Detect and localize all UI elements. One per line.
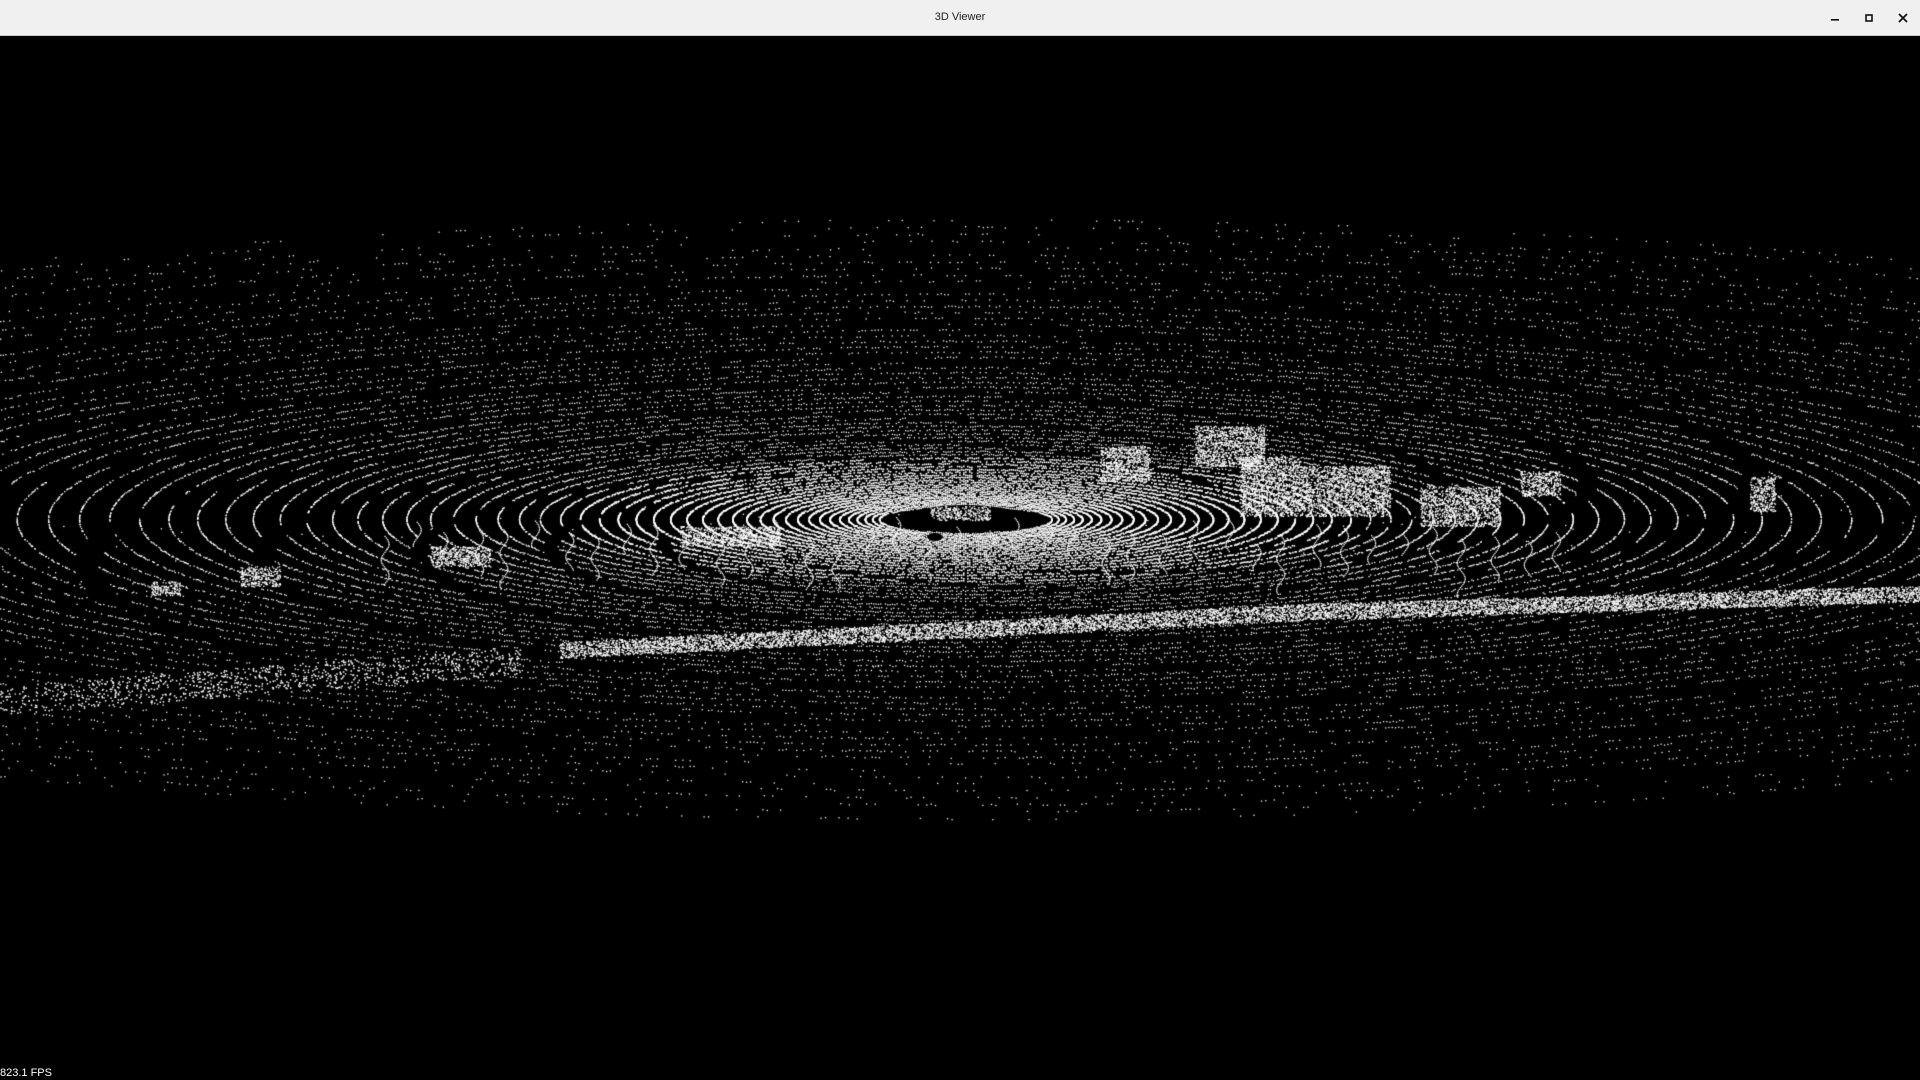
viewer-window: 3D Viewer 823.1 FPS	[0, 0, 1920, 1080]
minimize-button[interactable]	[1818, 0, 1852, 35]
close-button[interactable]	[1886, 0, 1920, 35]
minimize-icon	[1831, 18, 1839, 21]
3d-viewport[interactable]: 823.1 FPS	[0, 36, 1920, 1080]
maximize-button[interactable]	[1852, 0, 1886, 35]
window-title: 3D Viewer	[934, 11, 986, 23]
point-cloud-render[interactable]	[0, 36, 1920, 1080]
title-bar[interactable]: 3D Viewer	[0, 0, 1920, 36]
window-controls	[1818, 0, 1920, 35]
maximize-icon	[1865, 13, 1873, 22]
close-icon	[1898, 12, 1908, 23]
fps-counter: 823.1 FPS	[0, 1067, 52, 1079]
